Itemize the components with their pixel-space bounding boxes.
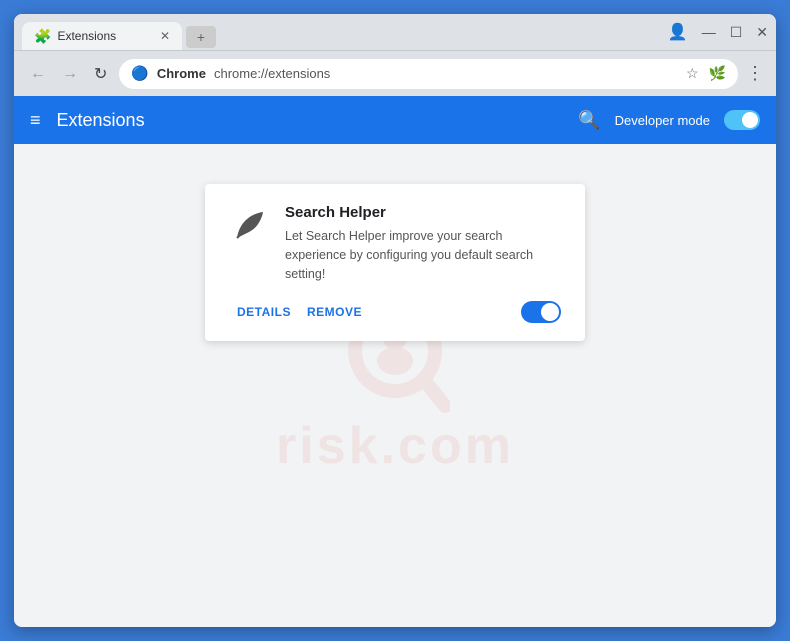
url-text: chrome://extensions xyxy=(214,66,330,81)
extension-card: Search Helper Let Search Helper improve … xyxy=(205,184,585,341)
toolbar-icons: ⋮ xyxy=(746,63,764,84)
bookmark-icon[interactable]: ☆ xyxy=(686,65,699,82)
page-title: Extensions xyxy=(57,110,145,131)
back-button[interactable]: ← xyxy=(26,61,50,87)
watermark-text: risk.com xyxy=(276,416,514,476)
tab-icon: 🧩 xyxy=(34,28,51,45)
url-bar-actions: ☆ 🌿 xyxy=(686,65,726,82)
reload-button[interactable]: ↻ xyxy=(90,60,111,88)
new-tab-button[interactable]: + xyxy=(186,26,216,48)
profile-icon[interactable]: 👤 xyxy=(668,22,688,42)
extension-icon[interactable]: 🌿 xyxy=(709,65,726,82)
forward-button[interactable]: → xyxy=(58,61,82,87)
extensions-header: ≡ Extensions 🔍 Developer mode xyxy=(14,96,776,144)
extension-name: Search Helper xyxy=(285,204,561,221)
browser-window: 🧩 Extensions ✕ + 👤 — ☐ ✕ ← → ↻ 🔵 Chrome … xyxy=(14,14,776,627)
extension-info: Search Helper Let Search Helper improve … xyxy=(285,204,561,283)
developer-mode-label: Developer mode xyxy=(615,113,710,128)
extension-logo xyxy=(229,204,269,244)
active-tab[interactable]: 🧩 Extensions ✕ xyxy=(22,22,182,50)
secure-icon: 🔵 xyxy=(131,65,148,82)
url-chrome-label: Chrome xyxy=(157,66,206,81)
window-controls: 👤 — ☐ ✕ xyxy=(668,22,768,42)
developer-mode-toggle[interactable] xyxy=(724,110,760,130)
tab-strip: 🧩 Extensions ✕ + xyxy=(22,14,668,50)
tab-close-button[interactable]: ✕ xyxy=(160,29,170,43)
more-menu-button[interactable]: ⋮ xyxy=(746,63,764,84)
remove-button[interactable]: REMOVE xyxy=(299,299,370,325)
address-bar: ← → ↻ 🔵 Chrome chrome://extensions ☆ 🌿 ⋮ xyxy=(14,50,776,96)
minimize-button[interactable]: — xyxy=(702,24,716,40)
header-right: 🔍 Developer mode xyxy=(578,110,760,131)
title-bar: 🧩 Extensions ✕ + 👤 — ☐ ✕ xyxy=(14,14,776,50)
details-button[interactable]: DETAILS xyxy=(229,299,299,325)
url-bar[interactable]: 🔵 Chrome chrome://extensions ☆ 🌿 xyxy=(119,59,738,89)
close-button[interactable]: ✕ xyxy=(756,24,768,41)
search-button[interactable]: 🔍 xyxy=(578,110,600,131)
extension-card-header: Search Helper Let Search Helper improve … xyxy=(229,204,561,283)
extension-card-footer: DETAILS REMOVE xyxy=(229,299,561,325)
extensions-content: risk.com Search Helper Let Search Helper… xyxy=(14,144,776,627)
extension-enable-toggle[interactable] xyxy=(521,301,561,323)
maximize-button[interactable]: ☐ xyxy=(730,24,743,41)
tab-label: Extensions xyxy=(57,29,116,43)
extension-description: Let Search Helper improve your search ex… xyxy=(285,227,561,283)
menu-button[interactable]: ≡ xyxy=(30,110,41,131)
